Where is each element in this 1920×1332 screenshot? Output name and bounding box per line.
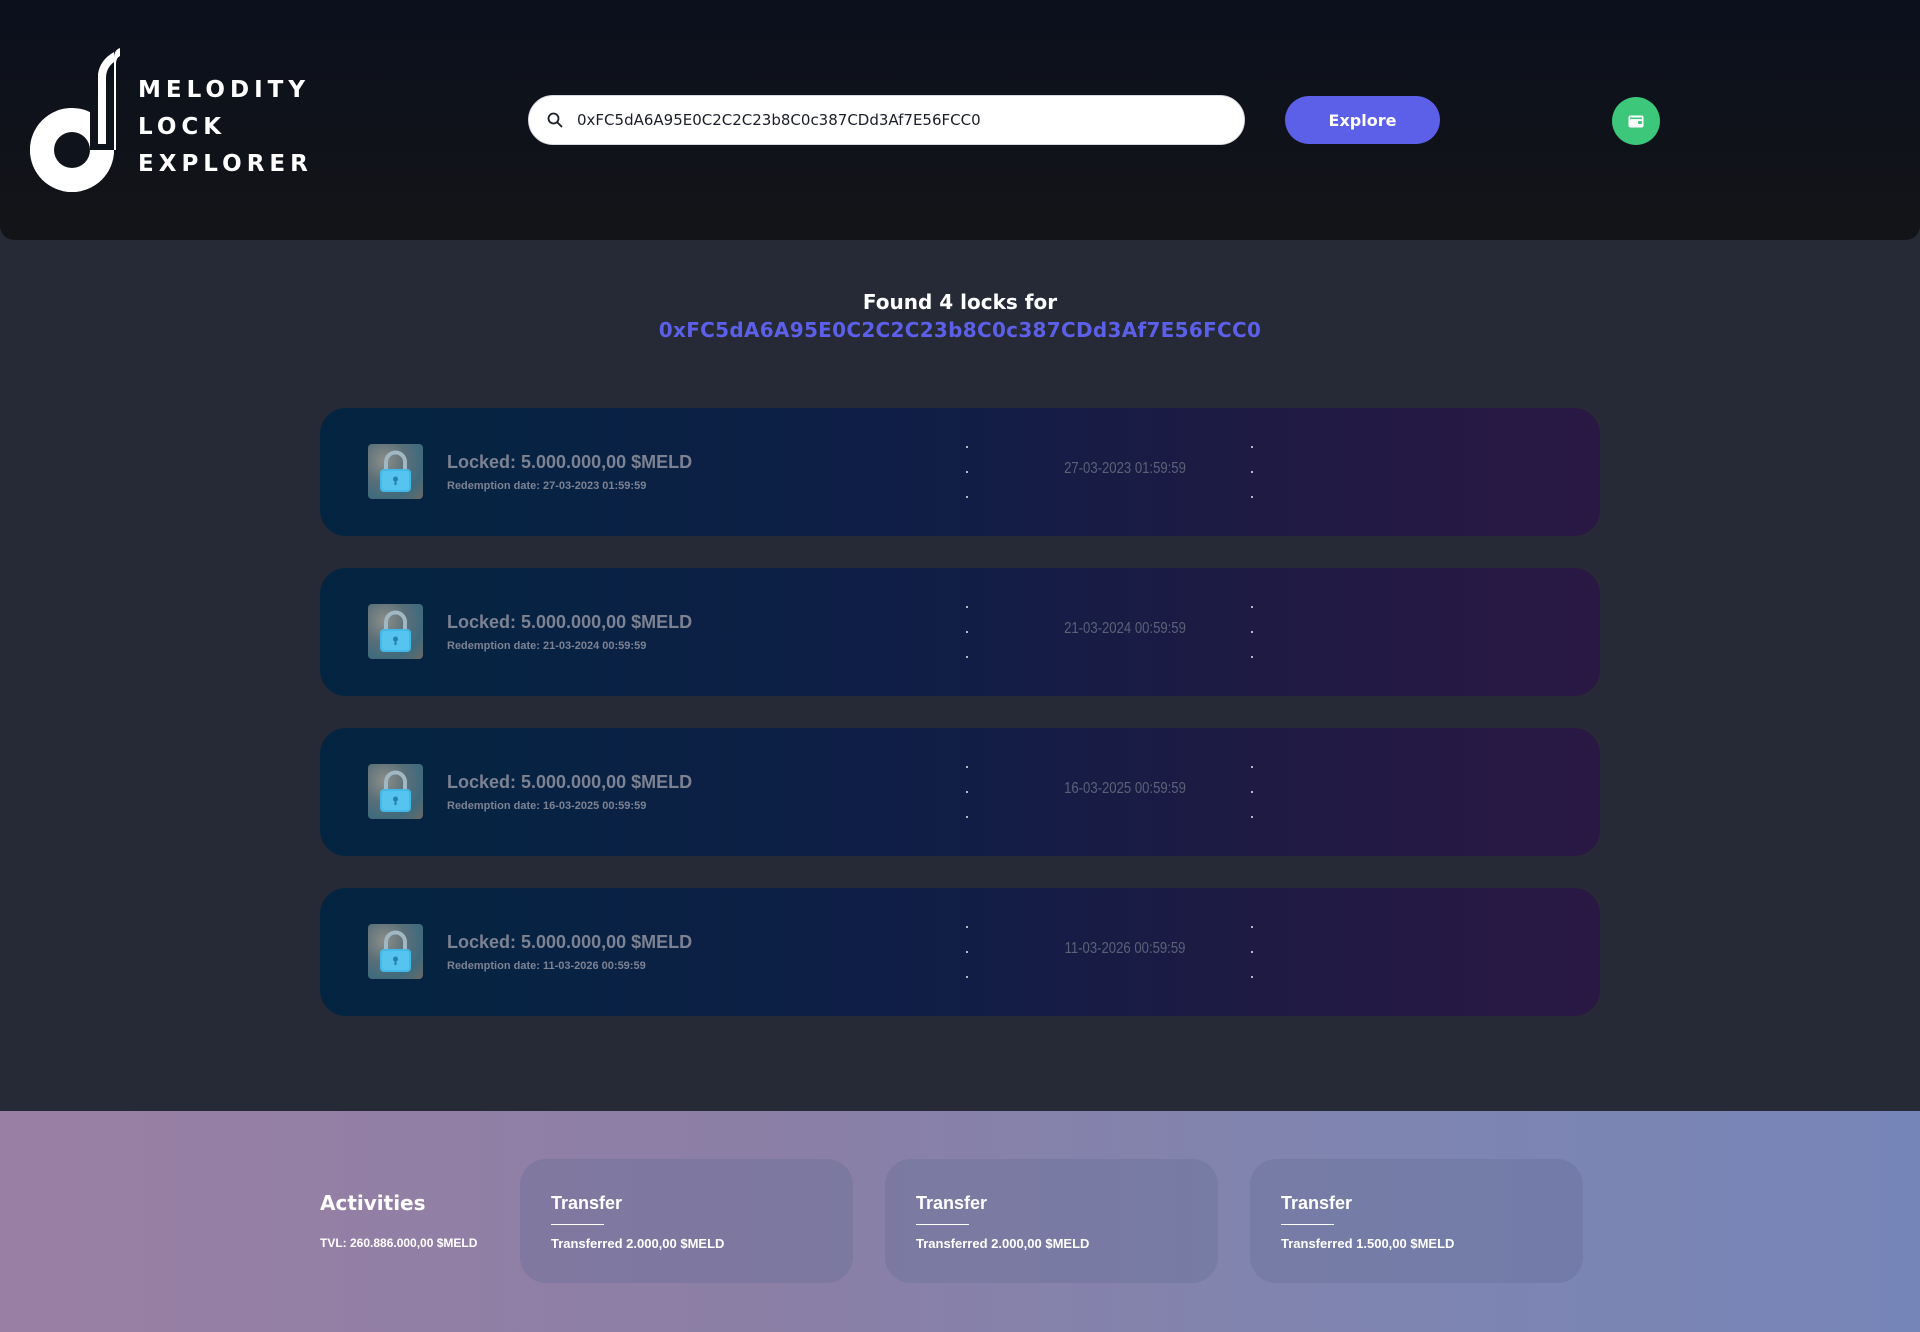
divider-dots: [964, 606, 970, 658]
logo-line: MELODITY: [138, 77, 310, 103]
activities-footer: Activities TVL: 260.886.000,00 $MELD Tra…: [0, 1111, 1920, 1332]
activity-description: Transferred 2.000,00 $MELD: [551, 1236, 725, 1251]
logo-line: EXPLORER: [138, 151, 313, 177]
logo-line: LOCK: [138, 114, 227, 140]
divider-dots: [964, 446, 970, 498]
lock-card[interactable]: Locked: 5.000.000,00 $MELD Redemption da…: [320, 408, 1600, 536]
lock-image: [368, 604, 423, 659]
activity-divider: [551, 1224, 604, 1225]
activity-card[interactable]: Transfer Transferred 2.000,00 $MELD: [885, 1159, 1218, 1283]
divider-dots: [1249, 926, 1255, 978]
lock-date: 16-03-2025 00:59:59: [1064, 780, 1186, 797]
wallet-icon: [1628, 115, 1644, 128]
explore-button[interactable]: Explore: [1285, 96, 1440, 144]
lock-card[interactable]: Locked: 5.000.000,00 $MELD Redemption da…: [320, 568, 1600, 696]
activity-divider: [916, 1224, 969, 1225]
lock-image: [368, 444, 423, 499]
lock-amount: Locked: 5.000.000,00 $MELD: [447, 612, 693, 632]
divider-dots: [1249, 446, 1255, 498]
results-count: Found 4 locks for: [862, 290, 1058, 314]
activity-card[interactable]: Transfer Transferred 1.500,00 $MELD: [1250, 1159, 1583, 1283]
activities-title: Activities: [320, 1191, 426, 1215]
activity-card[interactable]: Transfer Transferred 2.000,00 $MELD: [520, 1159, 853, 1283]
activity-title: Transfer: [1281, 1193, 1353, 1213]
lock-date: 27-03-2023 01:59:59: [1064, 460, 1186, 477]
activity-title: Transfer: [916, 1193, 988, 1213]
lock-image: [368, 764, 423, 819]
activity-description: Transferred 2.000,00 $MELD: [916, 1236, 1090, 1251]
lock-date: 21-03-2024 00:59:59: [1064, 620, 1186, 637]
melodity-logo[interactable]: [28, 48, 128, 192]
search-icon: [547, 112, 563, 128]
activity-divider: [1281, 1224, 1334, 1225]
lock-redemption-date: Redemption date: 11-03-2026 00:59:59: [447, 960, 646, 972]
lock-card[interactable]: Locked: 5.000.000,00 $MELD Redemption da…: [320, 888, 1600, 1016]
padlock-icon: [380, 610, 411, 652]
padlock-icon: [380, 930, 411, 972]
lock-image: [368, 924, 423, 979]
lock-redemption-date: Redemption date: 16-03-2025 00:59:59: [447, 800, 647, 812]
lock-redemption-date: Redemption date: 27-03-2023 01:59:59: [447, 480, 647, 492]
divider-dots: [964, 766, 970, 818]
lock-date: 11-03-2026 00:59:59: [1064, 940, 1186, 957]
results-heading: Found 4 locks for 0xFC5dA6A95E0C2C2C23b8…: [0, 288, 1920, 344]
tvl-value: TVL: 260.886.000,00 $MELD: [320, 1236, 478, 1250]
padlock-icon: [380, 450, 411, 492]
lock-amount: Locked: 5.000.000,00 $MELD: [447, 452, 693, 472]
lock-amount: Locked: 5.000.000,00 $MELD: [447, 932, 693, 952]
search-input[interactable]: [577, 111, 1217, 129]
header: MELODITY LOCK EXPLORER Explore: [0, 0, 1920, 240]
divider-dots: [964, 926, 970, 978]
divider-dots: [1249, 606, 1255, 658]
lock-redemption-date: Redemption date: 21-03-2024 00:59:59: [447, 640, 647, 652]
results-address[interactable]: 0xFC5dA6A95E0C2C2C23b8C0c387CDd3Af7E56FC…: [0, 316, 1920, 344]
wallet-button[interactable]: [1612, 97, 1660, 145]
activity-description: Transferred 1.500,00 $MELD: [1281, 1236, 1455, 1251]
logo-text: MELODITY LOCK EXPLORER: [138, 72, 313, 183]
activity-title: Transfer: [551, 1193, 623, 1213]
lock-amount: Locked: 5.000.000,00 $MELD: [447, 772, 693, 792]
search-bar[interactable]: [528, 95, 1245, 145]
divider-dots: [1249, 766, 1255, 818]
lock-card[interactable]: Locked: 5.000.000,00 $MELD Redemption da…: [320, 728, 1600, 856]
padlock-icon: [380, 770, 411, 812]
